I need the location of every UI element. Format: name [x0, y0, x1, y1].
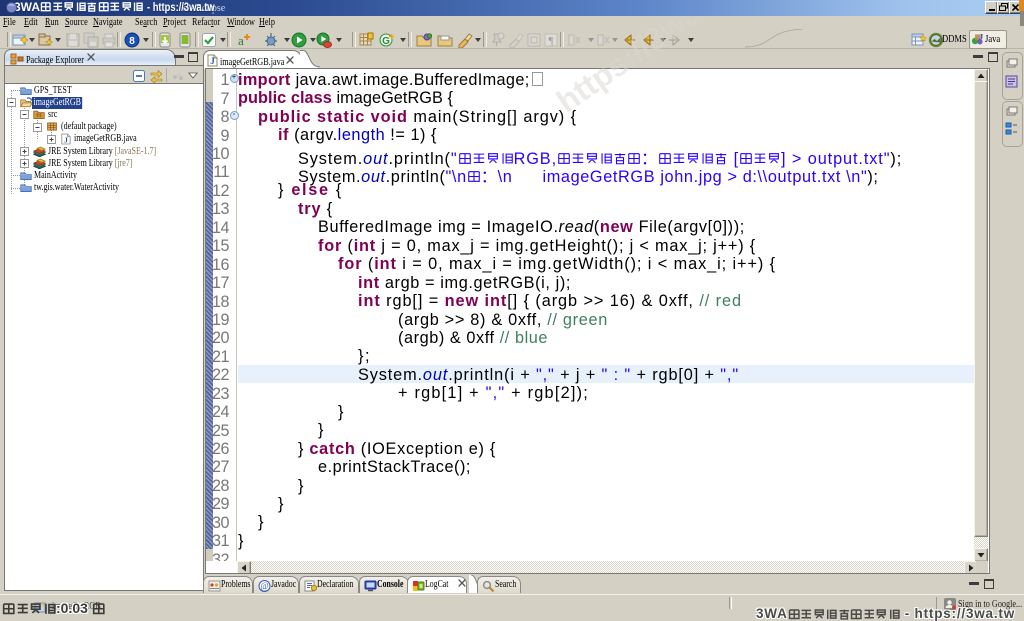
svg-text:@: @	[260, 581, 268, 591]
svg-text:8: 8	[129, 36, 135, 47]
svg-text:G: G	[382, 36, 390, 47]
svg-text:a: a	[238, 33, 244, 48]
svg-text:J: J	[64, 136, 68, 145]
svg-text:¶: ¶	[549, 35, 554, 47]
svg-text:J: J	[210, 56, 215, 66]
svg-text:J: J	[979, 32, 983, 41]
